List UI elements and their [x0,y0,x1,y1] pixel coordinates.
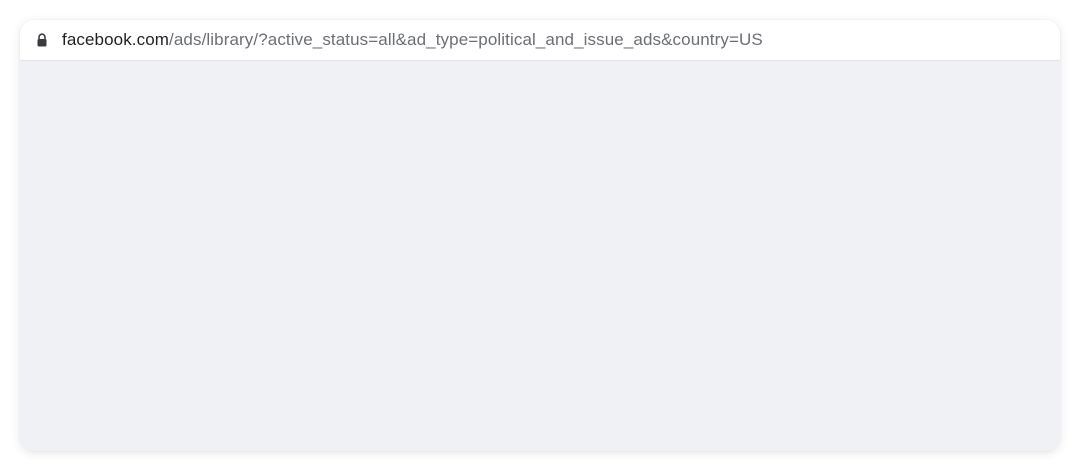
address-bar[interactable]: facebook.com/ads/library/?active_status=… [20,20,1060,61]
page-content [20,61,1060,451]
browser-window: facebook.com/ads/library/?active_status=… [20,20,1060,451]
url-path: /ads/library/?active_status=all&ad_type=… [169,30,763,49]
lock-icon[interactable] [36,33,48,47]
url-domain: facebook.com [62,30,170,49]
url-text[interactable]: facebook.com/ads/library/?active_status=… [62,30,763,50]
